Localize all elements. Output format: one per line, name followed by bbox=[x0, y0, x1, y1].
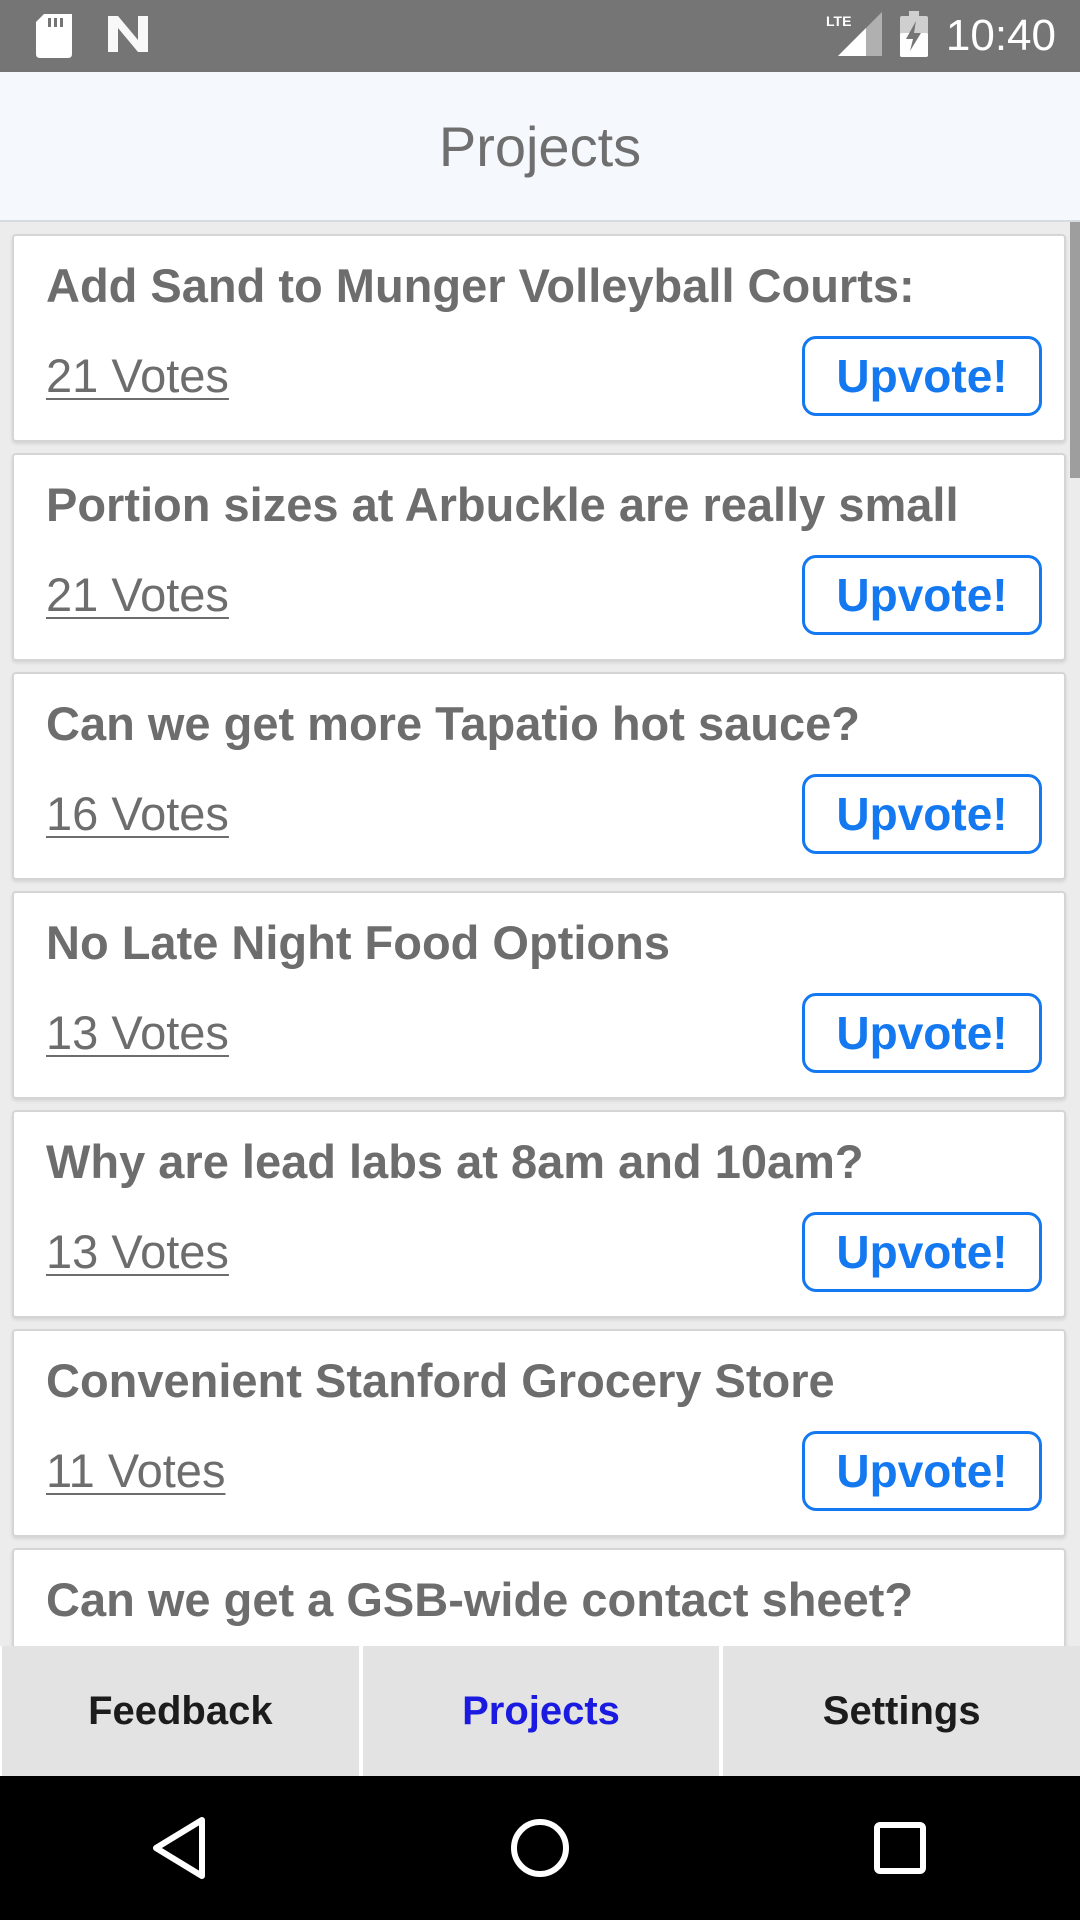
tab-settings[interactable]: Settings bbox=[719, 1646, 1080, 1776]
project-list[interactable]: Add Sand to Munger Volleyball Courts: 21… bbox=[0, 222, 1080, 1646]
project-title: Can we get a GSB-wide contact sheet? bbox=[46, 1573, 914, 1626]
vote-count-link[interactable]: 21 Votes bbox=[46, 348, 229, 403]
vote-count-link[interactable]: 11 Votes bbox=[46, 1443, 225, 1498]
upvote-button[interactable]: Upvote! bbox=[802, 336, 1042, 416]
project-card[interactable]: Add Sand to Munger Volleyball Courts: 21… bbox=[12, 234, 1066, 442]
back-icon[interactable] bbox=[120, 1788, 240, 1908]
project-title: Why are lead labs at 8am and 10am? bbox=[46, 1135, 864, 1188]
home-icon[interactable] bbox=[480, 1788, 600, 1908]
status-bar: LTE 10:40 bbox=[0, 0, 1080, 72]
app-header: Projects bbox=[0, 72, 1080, 222]
battery-icon bbox=[899, 10, 928, 62]
project-card[interactable]: Why are lead labs at 8am and 10am? 13 Vo… bbox=[12, 1110, 1066, 1318]
tab-feedback[interactable]: Feedback bbox=[0, 1646, 359, 1776]
project-title: Add Sand to Munger Volleyball Courts: bbox=[46, 259, 915, 312]
upvote-button[interactable]: Upvote! bbox=[802, 1212, 1042, 1292]
project-title: Convenient Stanford Grocery Store bbox=[46, 1354, 835, 1407]
page-title: Projects bbox=[438, 114, 642, 178]
project-card[interactable]: Can we get more Tapatio hot sauce? 16 Vo… bbox=[12, 672, 1066, 880]
upvote-button[interactable]: Upvote! bbox=[802, 774, 1042, 854]
vote-count-link[interactable]: 13 Votes bbox=[46, 1005, 229, 1060]
sd-card-icon bbox=[36, 14, 72, 63]
project-title: Portion sizes at Arbuckle are really sma… bbox=[46, 478, 959, 531]
n-notification-icon bbox=[106, 14, 150, 63]
vote-count-link[interactable]: 16 Votes bbox=[46, 786, 229, 841]
lte-signal-icon: LTE bbox=[826, 11, 882, 61]
project-card[interactable]: No Late Night Food Options 13 Votes Upvo… bbox=[12, 891, 1066, 1099]
system-nav-bar bbox=[0, 1776, 1080, 1920]
project-card[interactable]: Can we get a GSB-wide contact sheet? bbox=[12, 1548, 1066, 1646]
upvote-button[interactable]: Upvote! bbox=[802, 993, 1042, 1073]
tab-projects[interactable]: Projects bbox=[358, 1646, 720, 1776]
status-time: 10:40 bbox=[945, 11, 1056, 60]
project-title: Can we get more Tapatio hot sauce? bbox=[46, 697, 860, 750]
vote-count-link[interactable]: 13 Votes bbox=[46, 1224, 229, 1279]
scrollbar[interactable] bbox=[1070, 222, 1080, 478]
bottom-tab-bar: Feedback Projects Settings bbox=[0, 1646, 1080, 1776]
upvote-button[interactable]: Upvote! bbox=[802, 555, 1042, 635]
vote-count-link[interactable]: 21 Votes bbox=[46, 567, 229, 622]
project-card[interactable]: Portion sizes at Arbuckle are really sma… bbox=[12, 453, 1066, 661]
svg-text:LTE: LTE bbox=[826, 13, 851, 29]
project-card[interactable]: Convenient Stanford Grocery Store 11 Vot… bbox=[12, 1329, 1066, 1537]
project-title: No Late Night Food Options bbox=[46, 916, 670, 969]
recents-icon[interactable] bbox=[840, 1788, 960, 1908]
upvote-button[interactable]: Upvote! bbox=[802, 1431, 1042, 1511]
